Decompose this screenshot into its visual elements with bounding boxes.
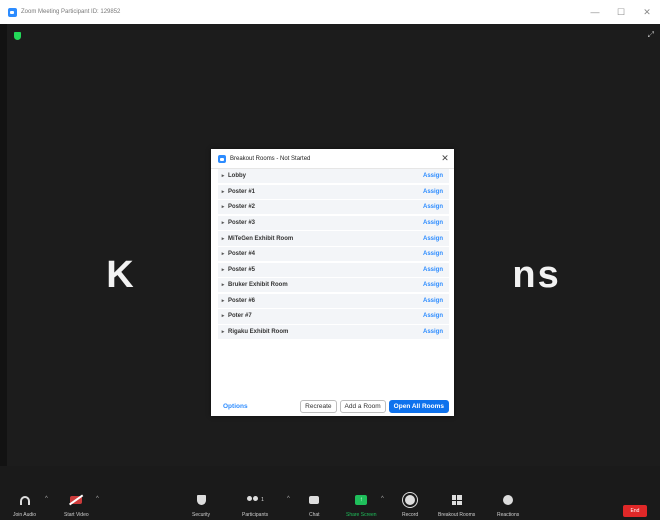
join-audio-button[interactable]: Join Audio: [13, 494, 36, 518]
participants-options-caret[interactable]: ^: [287, 496, 290, 502]
assign-link[interactable]: Assign: [423, 189, 443, 195]
room-row[interactable]: ▸ Poter #7 Assign: [218, 309, 449, 324]
dialog-titlebar: Breakout Rooms - Not Started ✕: [211, 149, 454, 169]
reactions-label: Reactions: [497, 512, 520, 518]
room-name: Rigaku Exhibit Room: [228, 329, 289, 336]
maximize-button[interactable]: ☐: [608, 7, 634, 18]
dialog-title: Breakout Rooms - Not Started: [230, 155, 311, 162]
room-row[interactable]: ▸ Poster #1 Assign: [218, 184, 449, 199]
participants-button[interactable]: 1 Participants: [242, 494, 268, 518]
close-window-button[interactable]: ✕: [634, 7, 660, 18]
share-screen-icon: ↑: [355, 495, 368, 505]
breakout-rooms-dialog: Breakout Rooms - Not Started ✕ ▸ Lobby Ass…: [211, 149, 454, 416]
room-name: Poster #1: [228, 188, 256, 195]
video-off-icon: [70, 496, 83, 504]
expand-caret-icon[interactable]: ▸: [218, 173, 228, 179]
record-label: Record: [402, 512, 419, 518]
participants-count: 1: [261, 497, 264, 503]
room-row[interactable]: ▸ Poster #6 Assign: [218, 293, 449, 309]
room-name: Poster #6: [228, 297, 256, 304]
expand-caret-icon[interactable]: ▸: [218, 220, 228, 226]
room-name: Poster #4: [228, 251, 256, 258]
window-titlebar: Zoom Meeting Participant ID: 129852 — ☐ …: [0, 0, 660, 24]
assign-link[interactable]: Assign: [423, 282, 443, 288]
participants-label: Participants: [242, 512, 269, 518]
headphones-icon: [19, 495, 30, 505]
assign-link[interactable]: Assign: [423, 298, 443, 304]
reactions-icon: [503, 495, 514, 505]
assign-link[interactable]: Assign: [423, 313, 443, 319]
room-name: Poster #2: [228, 204, 256, 211]
zoom-app-icon: [8, 7, 17, 17]
room-row[interactable]: ▸ Poster #3 Assign: [218, 215, 449, 231]
audio-options-caret[interactable]: ^: [45, 496, 48, 502]
meeting-toolbar: Join Audio ^ Start Video ^ Security 1 Pa…: [0, 490, 660, 520]
assign-link[interactable]: Assign: [423, 220, 443, 226]
expand-caret-icon[interactable]: ▸: [218, 251, 228, 257]
room-row[interactable]: ▸ Rigaku Exhibit Room Assign: [218, 324, 449, 340]
security-button[interactable]: Security: [192, 494, 210, 518]
record-icon: [403, 493, 418, 507]
room-row[interactable]: ▸ MiTeGen Exhibit Room Assign: [218, 231, 449, 246]
share-screen-button[interactable]: ↑ Share Screen: [346, 494, 377, 518]
start-video-button[interactable]: Start Video: [64, 494, 89, 518]
expand-caret-icon[interactable]: ▸: [218, 236, 228, 242]
expand-caret-icon[interactable]: ▸: [218, 313, 228, 319]
add-room-button[interactable]: Add a Room: [339, 399, 386, 413]
assign-link[interactable]: Assign: [423, 251, 443, 257]
room-name: Lobby: [228, 173, 246, 180]
dialog-close-button[interactable]: ✕: [436, 153, 454, 164]
room-name: Poster #5: [228, 266, 256, 273]
chat-button[interactable]: Chat: [309, 494, 320, 518]
video-options-caret[interactable]: ^: [96, 496, 99, 502]
security-shield-icon: [196, 495, 206, 505]
room-name: Bruker Exhibit Room: [228, 282, 288, 289]
security-label: Security: [192, 512, 211, 518]
expand-caret-icon[interactable]: ▸: [218, 329, 228, 335]
chat-label: Chat: [309, 512, 320, 518]
room-row[interactable]: ▸ Bruker Exhibit Room Assign: [218, 278, 449, 293]
assign-link[interactable]: Assign: [423, 236, 443, 242]
assign-link[interactable]: Assign: [423, 267, 443, 273]
expand-caret-icon[interactable]: ▸: [218, 298, 228, 304]
breakout-rooms-label: Breakout Rooms: [438, 512, 476, 518]
room-list: ▸ Lobby Assign ▸ Poster #1 Assign ▸ Poster #2 As…: [218, 169, 449, 341]
assign-link[interactable]: Assign: [423, 329, 443, 335]
join-audio-label: Join Audio: [13, 512, 37, 518]
chat-bubble-icon: [309, 496, 320, 504]
open-all-rooms-button[interactable]: Open All Rooms: [388, 399, 449, 413]
assign-link[interactable]: Assign: [423, 204, 443, 210]
room-name: Poster #3: [228, 219, 256, 226]
options-link[interactable]: Options: [223, 403, 300, 410]
breakout-rooms-button[interactable]: Breakout Rooms: [438, 494, 475, 518]
start-video-label: Start Video: [64, 512, 89, 518]
participants-icon: [246, 495, 260, 505]
room-row[interactable]: ▸ Lobby Assign: [218, 169, 449, 184]
window-left-edge: [0, 24, 7, 466]
end-meeting-button[interactable]: End: [623, 505, 647, 517]
breakout-rooms-icon: [451, 495, 462, 505]
room-name: MiTeGen Exhibit Room: [228, 235, 294, 242]
window-title: Zoom Meeting Participant ID: 129852: [21, 9, 121, 15]
expand-caret-icon[interactable]: ▸: [218, 267, 228, 273]
room-row[interactable]: ▸ Poster #5 Assign: [218, 262, 449, 277]
room-row[interactable]: ▸ Poster #2 Assign: [218, 200, 449, 215]
share-screen-label: Share Screen: [346, 512, 377, 518]
room-name: Poter #7: [228, 313, 252, 320]
room-row[interactable]: ▸ Poster #4 Assign: [218, 246, 449, 262]
expand-caret-icon[interactable]: ▸: [218, 204, 228, 210]
minimize-button[interactable]: —: [582, 7, 608, 17]
expand-caret-icon[interactable]: ▸: [218, 189, 228, 195]
expand-caret-icon[interactable]: ▸: [218, 282, 228, 288]
encryption-shield-icon[interactable]: [14, 32, 21, 40]
zoom-app-icon: [218, 154, 226, 163]
share-options-caret[interactable]: ^: [381, 496, 384, 502]
reactions-button[interactable]: Reactions: [497, 494, 519, 518]
recreate-button[interactable]: Recreate: [300, 399, 337, 413]
record-button[interactable]: Record: [402, 493, 419, 518]
fullscreen-icon[interactable]: ⤢: [648, 30, 654, 40]
assign-link[interactable]: Assign: [423, 173, 443, 179]
dialog-footer: Options Recreate Add a Room Open All Roo…: [211, 398, 454, 414]
